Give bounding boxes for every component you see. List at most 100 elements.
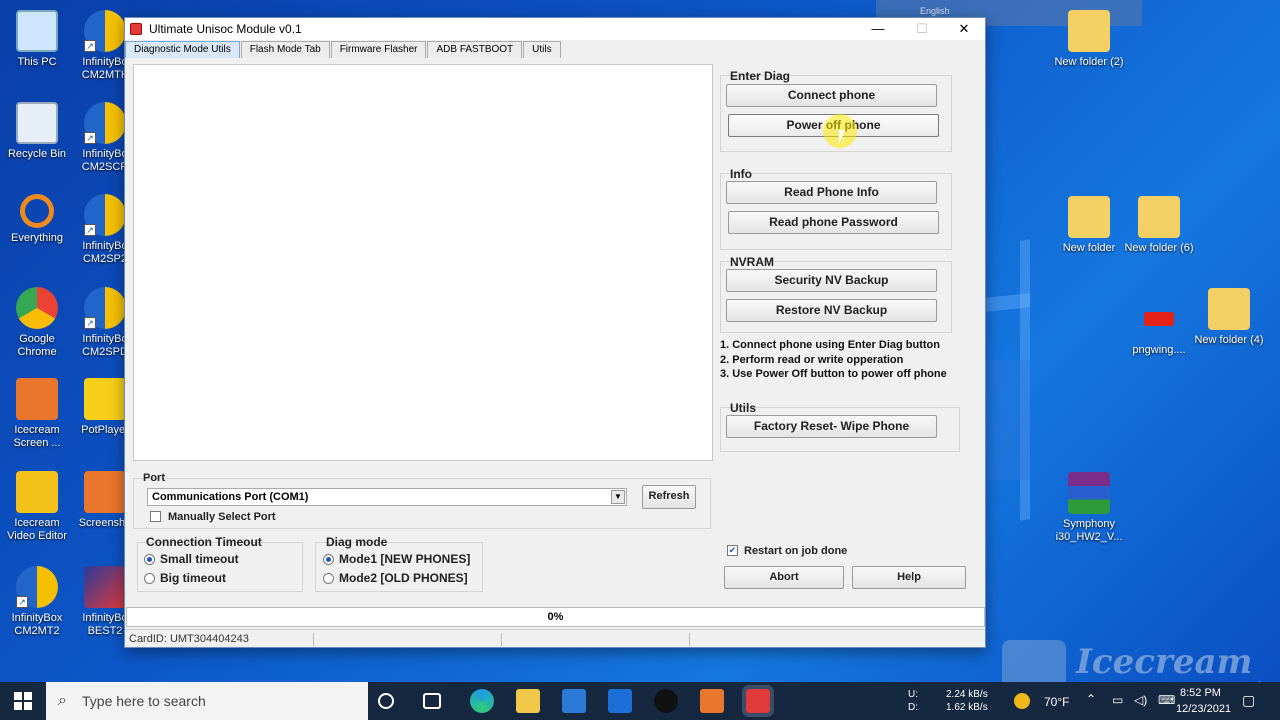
desktop-icon-recycle-bin[interactable]: Recycle Bin bbox=[0, 102, 74, 161]
infinity-shield-icon: ↗ bbox=[16, 566, 58, 608]
abort-button[interactable]: Abort bbox=[724, 566, 844, 589]
weather-icon[interactable] bbox=[1014, 693, 1030, 709]
tab-firmware-flasher[interactable]: Firmware Flasher bbox=[330, 41, 427, 58]
app-window: Ultimate Unisoc Module v0.1 — ☐ ✕ Diagno… bbox=[124, 17, 986, 648]
desktop-icon-everything[interactable]: Everything bbox=[0, 194, 74, 245]
tab-adb-fastboot[interactable]: ADB FASTBOOT bbox=[427, 41, 523, 58]
keyboard-icon[interactable]: ⌨ bbox=[1158, 693, 1175, 707]
volume-icon[interactable]: ◁) bbox=[1134, 693, 1147, 707]
task-view-icon[interactable] bbox=[423, 693, 441, 709]
taskbar: ⌕ Type here to search U: D: 2.24 kB/s 1.… bbox=[0, 682, 1280, 720]
read-phone-info-button[interactable]: Read Phone Info bbox=[726, 181, 937, 204]
mail-icon[interactable] bbox=[608, 689, 632, 713]
port-select-value: Communications Port (COM1) bbox=[152, 491, 309, 503]
log-output[interactable] bbox=[133, 64, 713, 461]
store-icon[interactable] bbox=[562, 689, 586, 713]
desktop-icon-pngwing[interactable]: pngwing.... bbox=[1122, 298, 1196, 357]
mode2-radio[interactable] bbox=[323, 573, 334, 584]
instruction-line: 1. Connect phone using Enter Diag button bbox=[720, 339, 940, 351]
icecream-taskbar-icon[interactable] bbox=[700, 689, 724, 713]
restart-label: Restart on job done bbox=[744, 545, 848, 557]
clock-date[interactable]: 12/23/2021 bbox=[1176, 703, 1231, 715]
maximize-button[interactable]: ☐ bbox=[901, 18, 943, 40]
desktop-icon-new-folder[interactable]: New folder bbox=[1052, 196, 1126, 255]
small-timeout-label: Small timeout bbox=[160, 552, 239, 566]
shortcut-arrow-icon: ↗ bbox=[84, 40, 96, 52]
mouse-cursor-icon bbox=[839, 130, 851, 144]
taskbar-search[interactable]: ⌕ Type here to search bbox=[46, 682, 368, 720]
desktop-icon-new-folder-6[interactable]: New folder (6) bbox=[1122, 196, 1196, 255]
mode1-radio[interactable] bbox=[323, 554, 334, 565]
tab-diagnostic[interactable]: Diagnostic Mode Utils bbox=[125, 41, 240, 58]
icecream-recorder-icon bbox=[16, 378, 58, 420]
big-timeout-radio[interactable] bbox=[144, 573, 155, 584]
desktop-icon-this-pc[interactable]: This PC bbox=[0, 10, 74, 69]
tab-flash-mode[interactable]: Flash Mode Tab bbox=[240, 41, 330, 58]
net-down-label: D: bbox=[908, 702, 918, 713]
temperature: 70°F bbox=[1044, 695, 1070, 709]
shortcut-arrow-icon: ↗ bbox=[84, 317, 96, 329]
folder-icon bbox=[1208, 288, 1250, 330]
factory-reset-button[interactable]: Factory Reset- Wipe Phone bbox=[726, 415, 937, 438]
help-button[interactable]: Help bbox=[852, 566, 966, 589]
title-bar[interactable]: Ultimate Unisoc Module v0.1 bbox=[125, 18, 985, 40]
infinity-shield-icon: ↗ bbox=[84, 10, 126, 52]
nvram-label: NVRAM bbox=[730, 255, 774, 269]
desktop-icon-symphony[interactable]: Symphony i30_HW2_V... bbox=[1052, 472, 1126, 544]
infinity-shield-icon: ↗ bbox=[84, 287, 126, 329]
window-title: Ultimate Unisoc Module v0.1 bbox=[149, 22, 302, 36]
desktop-icon-new-folder-4[interactable]: New folder (4) bbox=[1192, 288, 1266, 347]
start-button[interactable] bbox=[0, 682, 46, 720]
info-label: Info bbox=[730, 167, 752, 181]
file-explorer-icon[interactable] bbox=[516, 689, 540, 713]
instruction-line: 3. Use Power Off button to power off pho… bbox=[720, 368, 947, 380]
desktop-icon-icecream-screen[interactable]: Icecream Screen ... bbox=[0, 378, 74, 450]
folder-icon bbox=[1068, 196, 1110, 238]
tab-utils[interactable]: Utils bbox=[523, 41, 561, 58]
icecream-video-icon bbox=[16, 471, 58, 513]
infinity-best-icon bbox=[84, 566, 126, 608]
security-nv-backup-button[interactable]: Security NV Backup bbox=[726, 269, 937, 292]
winrar-archive-icon bbox=[1068, 472, 1110, 514]
chevron-down-icon[interactable]: ▼ bbox=[611, 490, 625, 504]
search-icon: ⌕ bbox=[58, 692, 67, 709]
youtube-image-icon bbox=[1138, 298, 1180, 340]
read-phone-password-button[interactable]: Read phone Password bbox=[728, 211, 939, 234]
desktop-icon-new-folder-2[interactable]: New folder (2) bbox=[1052, 10, 1126, 69]
computer-icon bbox=[16, 10, 58, 52]
mode2-label: Mode2 [OLD PHONES] bbox=[339, 571, 468, 585]
edge-icon[interactable] bbox=[470, 689, 494, 713]
card-id-label: CardID: UMT304404243 bbox=[129, 633, 249, 645]
language-label: English bbox=[920, 6, 950, 16]
restore-nv-backup-button[interactable]: Restore NV Backup bbox=[726, 299, 937, 322]
refresh-button[interactable]: Refresh bbox=[642, 485, 696, 509]
clock-time[interactable]: 8:52 PM bbox=[1180, 687, 1221, 699]
tiktok-icon[interactable] bbox=[654, 689, 678, 713]
restart-checkbox[interactable]: ✔ bbox=[727, 545, 738, 556]
desktop-icon-chrome[interactable]: Google Chrome bbox=[0, 287, 74, 359]
app-icon bbox=[130, 23, 142, 35]
big-timeout-label: Big timeout bbox=[160, 571, 226, 585]
notifications-icon[interactable]: ▢ bbox=[1242, 692, 1255, 709]
connect-phone-button[interactable]: Connect phone bbox=[726, 84, 937, 107]
manual-port-label: Manually Select Port bbox=[168, 511, 276, 523]
desktop-icon-icecream-video[interactable]: Icecream Video Editor bbox=[0, 471, 74, 543]
shortcut-arrow-icon: ↗ bbox=[84, 132, 96, 144]
manual-port-checkbox[interactable] bbox=[150, 511, 161, 522]
search-placeholder: Type here to search bbox=[82, 693, 206, 709]
cortana-icon[interactable] bbox=[378, 693, 394, 709]
diag-mode-label: Diag mode bbox=[326, 535, 388, 549]
chevron-up-icon[interactable]: ⌃ bbox=[1086, 692, 1096, 706]
port-select[interactable]: Communications Port (COM1) ▼ bbox=[147, 488, 627, 506]
potplayer-icon bbox=[84, 378, 126, 420]
close-button[interactable]: ✕ bbox=[943, 18, 985, 40]
minimize-button[interactable]: — bbox=[857, 18, 899, 40]
network-icon[interactable]: ▭ bbox=[1112, 693, 1123, 707]
unisoc-module-taskbar-icon[interactable] bbox=[742, 685, 774, 717]
net-up-speed: 2.24 kB/s bbox=[946, 689, 988, 700]
shortcut-arrow-icon: ↗ bbox=[16, 596, 28, 608]
magnifier-icon bbox=[20, 194, 54, 228]
small-timeout-radio[interactable] bbox=[144, 554, 155, 565]
enter-diag-label: Enter Diag bbox=[730, 69, 791, 83]
desktop-icon-infinity-mt2[interactable]: ↗ InfinityBox CM2MT2 bbox=[0, 566, 74, 638]
